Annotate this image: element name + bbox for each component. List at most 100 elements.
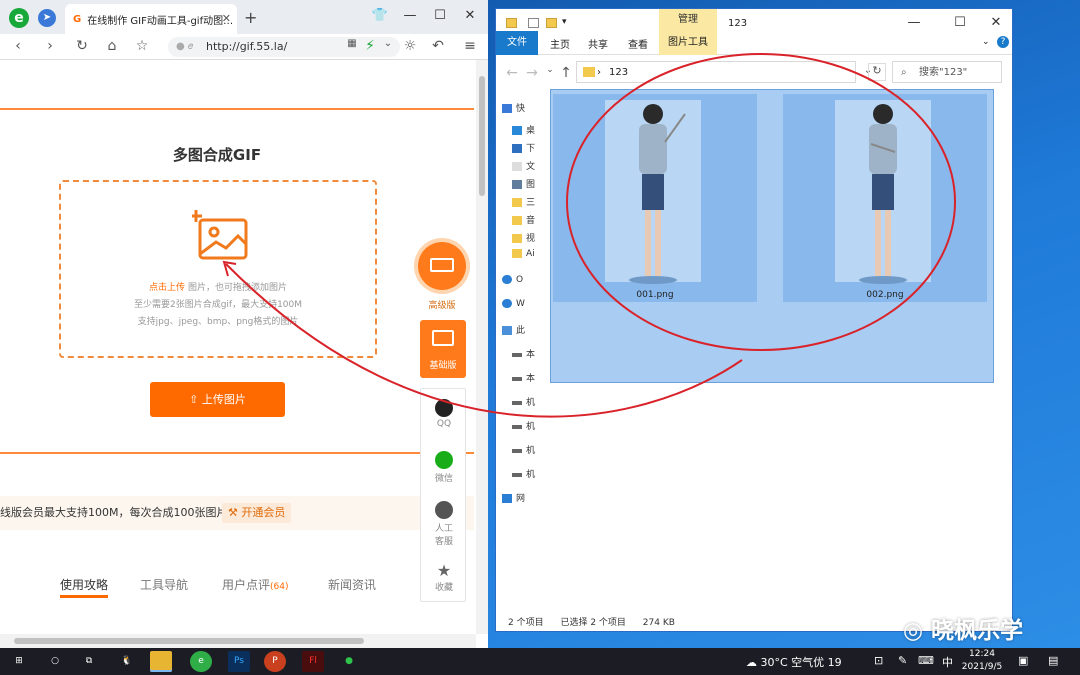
service-button[interactable]: 人工客服 — [421, 501, 467, 547]
nav-onedrive[interactable]: O — [502, 275, 530, 291]
action-center-icon[interactable]: ▤ — [1048, 654, 1058, 667]
tab-guide[interactable]: 使用攻略 — [60, 576, 109, 598]
vip-open-link[interactable]: ⚒ 开通会员 — [222, 503, 292, 523]
nav-drive[interactable]: 本 — [512, 371, 540, 387]
skin-icon[interactable]: 👕 — [370, 8, 390, 23]
upload-button[interactable]: ⇧ 上传图片 — [150, 382, 285, 417]
forward-icon[interactable]: → — [524, 65, 540, 81]
minimize-button[interactable]: — — [400, 8, 420, 23]
file-item[interactable]: 001.png — [553, 94, 757, 302]
nav-drive[interactable]: 机 — [512, 395, 540, 411]
ribbon-tab-file[interactable]: 文件 — [496, 31, 538, 55]
nav-drive[interactable]: 机 — [512, 419, 540, 435]
undo-icon[interactable]: ↶ — [430, 38, 446, 54]
qq-icon[interactable]: 🐧 — [116, 651, 138, 672]
photoshop-icon[interactable]: Ps — [228, 651, 250, 672]
nav-drive[interactable]: 本 — [512, 347, 540, 363]
browser-tab[interactable]: G 在线制作 GIF动画工具-gif动图… ✕ — [65, 4, 237, 34]
tray-icon[interactable]: ⊡ — [874, 654, 883, 667]
back-icon[interactable]: ‹ — [10, 38, 26, 54]
flash-icon[interactable]: Fl — [302, 651, 324, 672]
nav-network[interactable]: 网 — [502, 491, 530, 507]
ribbon-tab-share[interactable]: 共享 — [588, 36, 608, 51]
tab-news[interactable]: 新闻资讯 — [328, 576, 376, 593]
help-icon[interactable]: ? — [997, 36, 1009, 48]
basic-version-button[interactable]: 基础版 — [420, 320, 466, 378]
windows-start-icon[interactable]: ⊞ — [8, 651, 30, 672]
favorite-button[interactable]: ★ 收藏 — [421, 561, 467, 593]
nav-desktop[interactable]: 桌 — [512, 123, 540, 139]
scroll-thumb[interactable] — [14, 638, 364, 644]
drop-zone[interactable]: 点击上传 图片，也可拖拽添加图片 至少需要2张图片合成gif，最大支持100M … — [59, 180, 377, 358]
close-button[interactable]: ✕ — [986, 15, 1006, 30]
nav-folder[interactable]: Ai — [512, 249, 540, 265]
site-info-icon[interactable]: ● 𝑒 — [176, 37, 193, 57]
nav-downloads[interactable]: 下 — [512, 141, 540, 157]
powerpoint-icon[interactable]: P — [264, 651, 286, 672]
file-item[interactable]: 002.png — [783, 94, 987, 302]
click-upload-link[interactable]: 点击上传 — [149, 283, 185, 293]
notification-badge-icon[interactable]: ▣ — [1018, 654, 1028, 667]
browser-logo-icon[interactable]: e — [9, 8, 29, 28]
ribbon-tab-picture-tools[interactable]: 图片工具 — [659, 31, 717, 55]
qr-icon[interactable]: ▦ — [344, 38, 360, 49]
ime-indicator[interactable]: 中 — [942, 654, 953, 670]
refresh-icon[interactable]: ↻ — [868, 63, 886, 81]
wechat-button[interactable]: 微信 — [421, 451, 467, 484]
nav-folder[interactable]: 视 — [512, 231, 540, 247]
path-bar[interactable]: › 123 — [576, 61, 856, 83]
dropdown-icon[interactable]: ⌄ — [380, 38, 396, 49]
wechat-icon[interactable]: ● — [338, 651, 360, 672]
tab-close-icon[interactable]: ✕ — [222, 12, 231, 25]
file-explorer-icon[interactable] — [150, 651, 172, 672]
nav-folder[interactable]: 音 — [512, 213, 540, 229]
navigate-icon[interactable]: ➤ — [38, 9, 56, 27]
home-icon[interactable]: ⌂ — [104, 38, 120, 54]
star-icon[interactable]: ☆ — [134, 38, 150, 54]
horizontal-scrollbar[interactable] — [0, 634, 476, 648]
vertical-scrollbar[interactable] — [476, 60, 488, 634]
expand-ribbon-icon[interactable]: ⌄ — [982, 37, 990, 47]
menu-icon[interactable]: ≡ — [462, 38, 478, 54]
quick-access-dropdown-icon[interactable]: ▾ — [562, 17, 567, 27]
scroll-thumb[interactable] — [479, 76, 485, 196]
weather[interactable]: ☁ 30°C 空气优 19 — [746, 654, 842, 670]
properties-icon[interactable] — [528, 18, 539, 28]
add-image-icon[interactable] — [192, 210, 250, 262]
nav-drive[interactable]: 机 — [512, 467, 540, 483]
browser-icon[interactable]: e — [190, 651, 212, 672]
task-view-icon[interactable]: ⧉ — [78, 651, 100, 672]
advanced-version-button[interactable] — [418, 242, 466, 290]
nav-wps[interactable]: W — [502, 299, 530, 315]
ribbon-tab-view[interactable]: 查看 — [628, 36, 648, 51]
tab-reviews[interactable]: 用户点评(64) — [222, 576, 289, 593]
forward-icon[interactable]: › — [42, 38, 58, 54]
up-icon[interactable]: ↑ — [558, 65, 574, 81]
minimize-button[interactable]: — — [904, 15, 924, 30]
new-tab-button[interactable]: + — [244, 8, 257, 27]
nav-folder[interactable]: 三 — [512, 195, 540, 211]
nav-documents[interactable]: 文 — [512, 159, 540, 175]
clock[interactable]: 12:24 2021/9/5 — [960, 648, 1004, 674]
nav-pictures[interactable]: 图 — [512, 177, 540, 193]
nav-this-pc[interactable]: 此 — [502, 323, 530, 339]
file-area[interactable]: 001.png 002.png — [550, 89, 994, 383]
search-input[interactable]: ⌕ 搜索"123" — [892, 61, 1002, 83]
speed-icon[interactable]: ⚡ — [362, 38, 378, 54]
keyboard-icon[interactable]: ⌨ — [918, 654, 934, 667]
back-icon[interactable]: ← — [504, 65, 520, 81]
refresh-icon[interactable]: ↻ — [74, 38, 90, 54]
close-button[interactable]: ✕ — [460, 8, 480, 23]
ribbon-tab-home[interactable]: 主页 — [550, 36, 570, 51]
new-folder-icon[interactable] — [546, 18, 557, 28]
qq-button[interactable]: QQ — [421, 399, 467, 429]
maximize-button[interactable]: ☐ — [950, 15, 970, 30]
recent-dropdown-icon[interactable]: ⌄ — [542, 65, 558, 75]
nav-drive[interactable]: 机 — [512, 443, 540, 459]
pen-icon[interactable]: ✎ — [898, 654, 907, 667]
tab-tools[interactable]: 工具导航 — [140, 576, 188, 593]
nav-quick-access[interactable]: 快 — [502, 101, 530, 117]
maximize-button[interactable]: ☐ — [430, 8, 450, 23]
brightness-icon[interactable]: ☼ — [402, 38, 418, 54]
search-icon[interactable]: ○ — [44, 651, 66, 672]
